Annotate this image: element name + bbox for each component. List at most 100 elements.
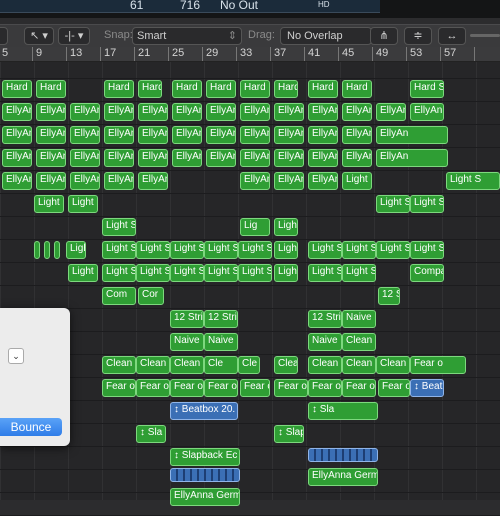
region[interactable]: Hard S xyxy=(104,80,134,98)
zoom-slider[interactable] xyxy=(470,34,500,37)
region[interactable]: ↕ Beatbox 20. xyxy=(170,402,238,420)
region[interactable]: EllyAn xyxy=(274,172,304,190)
region[interactable]: Fear o xyxy=(136,379,170,397)
drag-select[interactable]: No Overlap xyxy=(280,27,372,45)
region[interactable]: ↕ Beatbox 20 xyxy=(410,379,444,397)
region[interactable]: EllyAn xyxy=(274,103,304,121)
region[interactable]: Light S xyxy=(308,264,342,282)
region[interactable]: Hard S xyxy=(410,80,444,98)
region[interactable]: ↕ Slapback Ec xyxy=(274,425,304,443)
region[interactable]: Com xyxy=(102,287,136,305)
region[interactable]: EllyAn xyxy=(240,149,270,167)
region-fragment[interactable] xyxy=(44,241,50,259)
region[interactable]: Light S xyxy=(102,241,136,259)
region[interactable]: Light S xyxy=(204,241,238,259)
region[interactable]: EllyAn xyxy=(240,126,270,144)
region[interactable]: Lig xyxy=(240,218,270,236)
region[interactable]: EllyAn xyxy=(2,172,32,190)
region[interactable]: Cle xyxy=(238,356,260,374)
region[interactable]: ↕ Sla xyxy=(136,425,166,443)
region[interactable]: Hard S xyxy=(240,80,270,98)
region[interactable]: EllyAn xyxy=(36,103,66,121)
region[interactable]: Clean xyxy=(342,333,376,351)
region[interactable]: Naive xyxy=(342,310,376,328)
region[interactable]: Hard S xyxy=(206,80,236,98)
region[interactable]: Light S xyxy=(66,241,86,259)
region[interactable]: EllyAn xyxy=(138,172,168,190)
region[interactable]: ↕ Slapback Ec xyxy=(170,448,240,466)
region[interactable]: Fear o xyxy=(204,379,238,397)
region[interactable]: Light S xyxy=(342,264,376,282)
region[interactable]: Light S xyxy=(410,195,444,213)
region[interactable]: EllyAn xyxy=(342,103,372,121)
region[interactable]: EllyAn xyxy=(70,126,100,144)
region[interactable]: EllyAn xyxy=(240,172,270,190)
region[interactable]: Light S xyxy=(238,264,272,282)
region[interactable]: Fear o xyxy=(378,379,410,397)
region[interactable]: Naive xyxy=(204,333,238,351)
region[interactable]: EllyAn xyxy=(274,126,304,144)
region[interactable]: EllyAn xyxy=(70,103,100,121)
region[interactable]: Clean xyxy=(342,356,376,374)
horizontal-zoom-icon[interactable]: ↔ xyxy=(438,27,466,45)
region[interactable]: EllyAn xyxy=(206,126,236,144)
region[interactable]: Clean xyxy=(170,356,204,374)
region[interactable]: Light S xyxy=(238,241,272,259)
region[interactable]: EllyAnna Germ xyxy=(308,468,378,486)
dialog-popup-button[interactable]: ⌄ xyxy=(8,348,24,364)
region[interactable]: EllyAn xyxy=(70,149,100,167)
region[interactable]: Clean xyxy=(102,356,136,374)
region[interactable]: Hard S xyxy=(36,80,66,98)
region[interactable]: ↕ Sla xyxy=(308,402,378,420)
region[interactable]: EllyAn xyxy=(172,103,202,121)
region[interactable]: Clean xyxy=(308,356,342,374)
region[interactable]: Light S xyxy=(342,172,372,190)
region[interactable]: Light S xyxy=(274,264,298,282)
region[interactable]: 12 Stri xyxy=(204,310,238,328)
region[interactable]: Light S xyxy=(68,264,98,282)
region[interactable]: 12 Stri xyxy=(378,287,400,305)
region[interactable]: Fear o xyxy=(240,379,270,397)
region-fragment[interactable] xyxy=(34,241,40,259)
marquee-tool-menu[interactable]: -|- ▾ xyxy=(58,27,90,45)
region[interactable]: EllyAn xyxy=(2,149,32,167)
region[interactable]: Hard S xyxy=(342,80,372,98)
region[interactable]: EllyAn xyxy=(206,103,236,121)
region[interactable]: Light S xyxy=(410,241,444,259)
region[interactable]: EllyAn xyxy=(376,149,448,167)
region[interactable]: Clean xyxy=(136,356,170,374)
region[interactable]: EllyAn xyxy=(138,149,168,167)
region[interactable]: EllyAnna Germ xyxy=(342,126,372,144)
region[interactable]: Light S xyxy=(204,264,238,282)
region[interactable]: Light S xyxy=(376,195,410,213)
region[interactable]: Fear o xyxy=(342,379,376,397)
region[interactable]: Hard S xyxy=(308,80,338,98)
region[interactable]: Clean xyxy=(274,356,298,374)
region[interactable]: Naive xyxy=(308,333,342,351)
region[interactable]: Clean Cool xyxy=(376,356,410,374)
region[interactable]: EllyAn xyxy=(2,103,32,121)
region[interactable]: EllyAn xyxy=(308,172,338,190)
region[interactable]: EllyAnna Germ xyxy=(308,149,338,167)
region[interactable]: Fear o xyxy=(274,379,308,397)
region[interactable] xyxy=(170,468,240,482)
region[interactable]: Light S xyxy=(308,241,342,259)
region[interactable]: Light S xyxy=(274,218,298,236)
region[interactable]: EllyAn xyxy=(104,103,134,121)
region[interactable]: EllyAn xyxy=(342,149,372,167)
region[interactable]: EllyAn xyxy=(172,126,202,144)
region[interactable]: Light S xyxy=(136,264,170,282)
region[interactable]: Light S xyxy=(274,241,298,259)
region[interactable] xyxy=(308,448,378,462)
region[interactable]: Compa xyxy=(410,264,444,282)
region[interactable]: Light S xyxy=(102,264,136,282)
region[interactable]: Light S xyxy=(446,172,500,190)
region[interactable]: 12 Stri xyxy=(308,310,342,328)
region[interactable]: Light S xyxy=(170,241,204,259)
region[interactable]: EllyAn xyxy=(274,149,304,167)
region[interactable]: Hard S xyxy=(172,80,202,98)
region[interactable]: EllyAn xyxy=(104,172,134,190)
region[interactable]: EllyAn xyxy=(138,103,168,121)
pointer-tool-menu[interactable]: ↖ ▾ xyxy=(24,27,54,45)
toolbar-left-button[interactable] xyxy=(0,27,8,45)
